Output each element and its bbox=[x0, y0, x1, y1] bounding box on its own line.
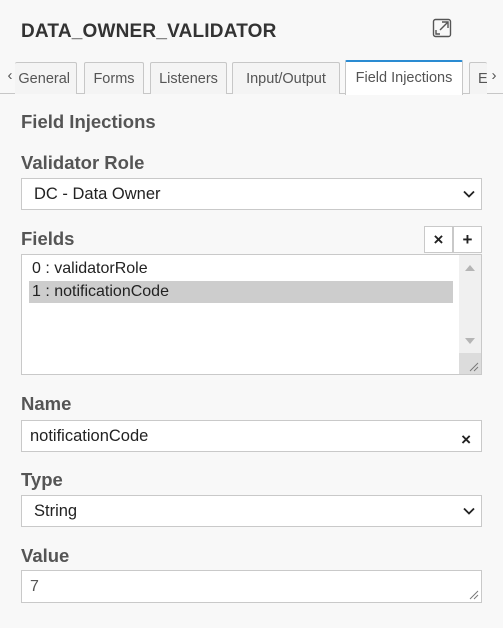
tab-input-output[interactable]: Input/Output bbox=[232, 62, 340, 94]
value-label: Value bbox=[21, 545, 70, 566]
tab-label: General bbox=[18, 71, 70, 87]
resize-grip-icon[interactable] bbox=[469, 362, 479, 372]
type-value: String bbox=[34, 502, 78, 520]
type-label: Type bbox=[21, 469, 63, 490]
name-label: Name bbox=[21, 393, 72, 414]
tab-label: Field Injections bbox=[355, 70, 453, 86]
tab-bar: ‹ General Forms Listeners Input/Output F… bbox=[0, 58, 503, 95]
panel-header: DATA_OWNER_VALIDATOR bbox=[0, 0, 503, 60]
validator-role-value: DC - Data Owner bbox=[34, 185, 161, 203]
fields-list[interactable]: 0 : validatorRole 1 : notificationCode bbox=[21, 254, 482, 375]
tab-label: Listeners bbox=[159, 71, 218, 87]
value-text: 7 bbox=[30, 578, 39, 595]
list-item[interactable]: 0 : validatorRole bbox=[29, 258, 453, 280]
page-title: DATA_OWNER_VALIDATOR bbox=[21, 21, 277, 42]
type-select[interactable]: String bbox=[21, 495, 482, 527]
tab-general[interactable]: General bbox=[15, 62, 77, 94]
chevron-down-icon bbox=[463, 507, 475, 515]
scroll-down-icon[interactable] bbox=[465, 337, 475, 345]
name-value: notificationCode bbox=[30, 427, 149, 445]
fields-label: Fields bbox=[21, 228, 75, 249]
section-title: Field Injections bbox=[21, 111, 156, 132]
tab-label: Input/Output bbox=[246, 71, 326, 87]
validator-role-select[interactable]: DC - Data Owner bbox=[21, 178, 482, 210]
expand-icon[interactable] bbox=[432, 18, 452, 38]
tab-label: Forms bbox=[93, 71, 135, 87]
tab-field-injections[interactable]: Field Injections bbox=[345, 60, 463, 95]
scroll-up-icon[interactable] bbox=[465, 264, 475, 272]
name-field[interactable]: notificationCode × bbox=[21, 420, 482, 452]
remove-field-button[interactable]: × bbox=[424, 226, 453, 253]
add-field-button[interactable]: + bbox=[453, 226, 482, 253]
list-item-selected[interactable]: 1 : notificationCode bbox=[29, 281, 453, 303]
tab-overflow[interactable]: E bbox=[469, 62, 487, 94]
value-textarea[interactable]: 7 bbox=[21, 570, 482, 603]
properties-panel: DATA_OWNER_VALIDATOR ‹ General Forms Lis… bbox=[0, 0, 503, 628]
tab-forms[interactable]: Forms bbox=[84, 62, 144, 94]
tab-scroll-right[interactable]: › bbox=[486, 66, 502, 86]
chevron-down-icon bbox=[463, 190, 475, 198]
validator-role-label: Validator Role bbox=[21, 152, 145, 173]
resize-grip-icon[interactable] bbox=[469, 590, 479, 600]
tab-listeners[interactable]: Listeners bbox=[150, 62, 227, 94]
scrollbar[interactable] bbox=[459, 255, 481, 374]
clear-name-button[interactable]: × bbox=[461, 425, 471, 455]
scrollbar-corner bbox=[459, 353, 481, 374]
